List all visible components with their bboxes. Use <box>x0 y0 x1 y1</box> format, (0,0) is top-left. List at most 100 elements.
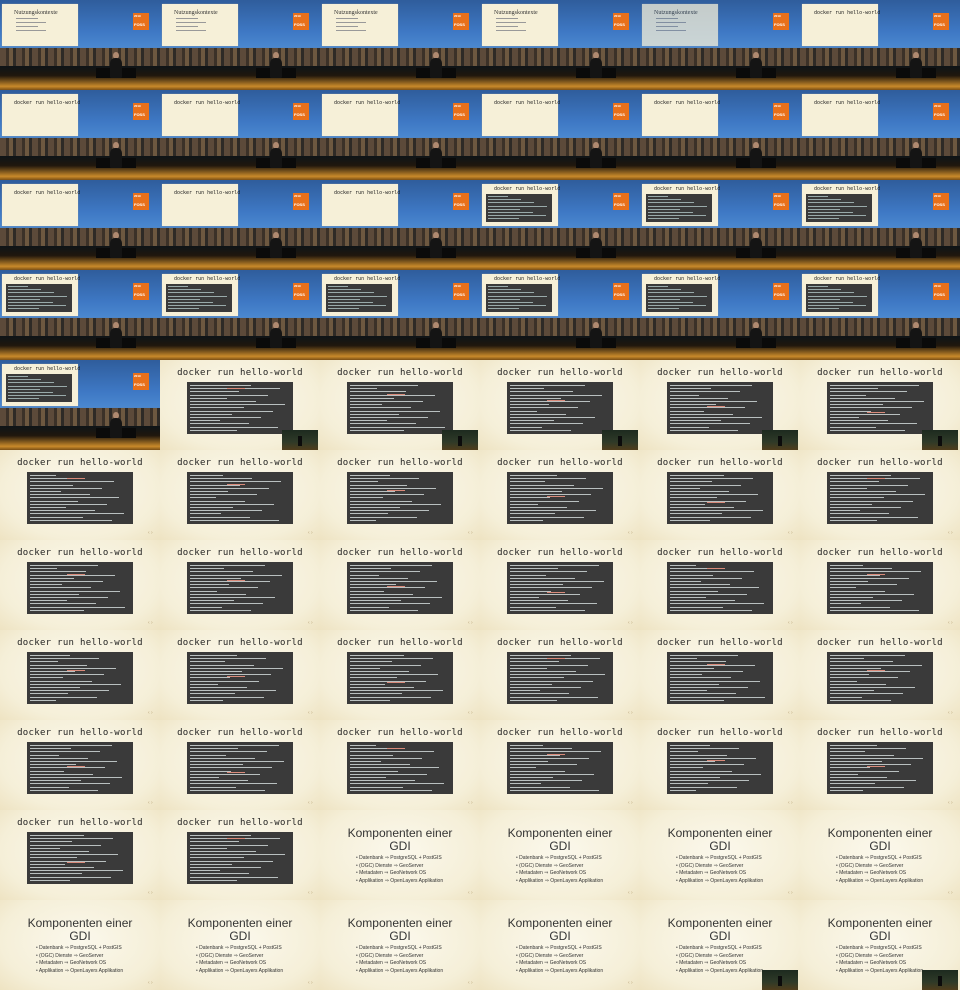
terminal-line <box>350 699 390 701</box>
terminal-line <box>168 305 226 307</box>
slide-title: docker run hello-world <box>494 186 561 192</box>
terminal-line <box>350 478 419 480</box>
video-frame: docker run hello-world ‹ › <box>0 540 160 630</box>
terminal-line <box>190 394 268 396</box>
terminal-line <box>670 674 702 676</box>
terminal-line <box>30 754 59 756</box>
speaker <box>750 238 762 258</box>
terminal-line <box>190 773 260 775</box>
terminal-line <box>30 857 77 859</box>
video-frame: docker run hello-world 2019 FOSS <box>480 270 640 360</box>
terminal-line <box>648 295 707 297</box>
terminal-line <box>830 609 919 611</box>
terminal-line <box>830 786 904 788</box>
terminal-line <box>830 577 909 579</box>
terminal-line <box>830 510 860 512</box>
terminal-line <box>350 677 397 679</box>
city-skyline <box>640 48 800 66</box>
terminal-line <box>488 218 519 220</box>
terminal-line <box>350 565 432 566</box>
terminal-line <box>670 565 696 566</box>
terminal-line <box>510 481 545 483</box>
terminal-line <box>830 401 924 402</box>
terminal-line <box>30 500 78 502</box>
terminal-line <box>808 305 866 307</box>
slide-title: Komponenten einer GDI <box>827 916 933 943</box>
projected-slide: docker run hello-world <box>2 94 80 136</box>
video-frame: docker run hello-world 2019 FOSS <box>800 90 960 180</box>
terminal-line <box>648 205 707 207</box>
projected-slide: docker run hello-world <box>322 184 400 226</box>
terminal-line <box>670 597 706 598</box>
logo-year: 2019 <box>774 284 781 288</box>
slide-title: Komponenten einer GDI <box>507 826 613 853</box>
terminal-output <box>347 382 453 434</box>
terminal-line <box>510 510 596 512</box>
terminal-line <box>830 497 884 499</box>
terminal-line <box>670 754 727 756</box>
slide-title: docker run hello-world <box>14 276 81 282</box>
terminal-line <box>190 751 267 753</box>
terminal-line <box>488 212 533 213</box>
terminal-line <box>350 687 414 688</box>
conference-logo: 2019 FOSS <box>933 13 949 30</box>
slide-title: docker run hello-world <box>817 548 943 558</box>
stage-lights <box>800 66 960 90</box>
city-skyline <box>320 318 480 336</box>
terminal-line <box>510 667 547 669</box>
terminal-line <box>190 391 239 393</box>
speaker <box>938 436 942 446</box>
terminal-highlight <box>547 754 565 755</box>
terminal-line <box>510 789 599 791</box>
terminal-line <box>30 767 105 769</box>
speaker <box>590 328 602 348</box>
video-frame-contact-sheet: Nutzungskontexte 2019 FOSS Nutzungskontexte… <box>0 0 960 990</box>
terminal-line <box>488 305 546 307</box>
speaker <box>910 148 922 168</box>
terminal-line <box>648 302 693 303</box>
terminal-line <box>30 581 103 582</box>
terminal-line <box>830 677 898 679</box>
bullet-item: Applikation ⇒ OpenLayers Applikation <box>356 968 443 976</box>
projected-slide: docker run hello-world <box>802 94 880 136</box>
terminal-line <box>8 295 67 297</box>
video-frame: Komponenten einerGDIDatenbank ⇒ PostgreS… <box>320 900 480 990</box>
terminal-line <box>510 574 546 576</box>
stage-lights <box>480 336 640 360</box>
city-skyline <box>160 138 320 156</box>
terminal-line <box>30 519 112 521</box>
bullet-item: Applikation ⇒ OpenLayers Applikation <box>196 968 283 976</box>
terminal-line <box>510 391 573 393</box>
terminal-line <box>350 475 390 476</box>
video-frame: docker run hello-world ‹ › <box>160 720 320 810</box>
terminal-line <box>510 748 572 750</box>
terminal-line <box>670 574 713 576</box>
slide-title: docker run hello-world <box>17 548 143 558</box>
terminal-line <box>510 565 599 566</box>
projected-slide: docker run hello-world <box>642 94 720 136</box>
video-frame: Komponenten einerGDIDatenbank ⇒ PostgreS… <box>480 810 640 900</box>
speaker <box>750 328 762 348</box>
terminal-line <box>350 568 391 570</box>
terminal-line <box>830 397 895 399</box>
terminal-line <box>190 754 226 756</box>
slide-title: Komponenten einer GDI <box>667 826 773 853</box>
terminal-line <box>8 382 54 384</box>
projected-slide: docker run hello-world <box>162 274 240 316</box>
terminal-line <box>670 764 744 766</box>
logo-word: FOSS <box>134 22 145 27</box>
terminal-line <box>350 606 389 608</box>
terminal-line <box>350 574 379 576</box>
bullet-item: (OGC) Dienste ⇒ GeoServer <box>356 953 443 961</box>
slide-title: docker run hello-world <box>814 186 881 192</box>
slide-bullet-line <box>656 30 686 31</box>
slide-title: docker run hello-world <box>177 548 303 558</box>
conference-logo: 2019 FOSS <box>613 103 629 120</box>
terminal-output <box>187 472 293 524</box>
bullet-item: Datenbank ⇒ PostgreSQL + PostGIS <box>516 945 603 953</box>
terminal-line <box>830 593 914 595</box>
terminal-line <box>30 745 112 746</box>
slide-terminal <box>326 284 392 312</box>
terminal-line <box>510 487 603 489</box>
terminal-line <box>190 860 273 862</box>
